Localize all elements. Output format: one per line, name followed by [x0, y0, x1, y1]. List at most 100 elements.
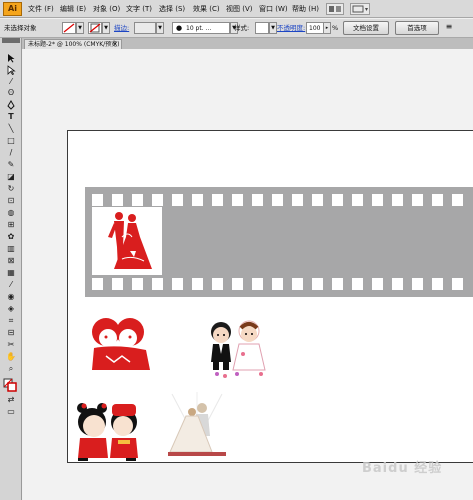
film-sprocket-hole: [372, 278, 383, 290]
scissors-icon[interactable]: ✂: [5, 340, 17, 350]
free-transform-icon[interactable]: ⊞: [5, 220, 17, 230]
zoom-icon[interactable]: ⌕: [5, 364, 17, 374]
film-sprocket-hole: [392, 194, 403, 206]
film-sprocket-hole: [112, 194, 123, 206]
opacity-label[interactable]: 不透明度:: [277, 24, 305, 33]
bride-groom-silhouette-image[interactable]: [92, 207, 162, 275]
tools-panel: ⁄ ʘ T ╲ □ / ✎ ◪ ↻ ⊡ ◍ ⊞ ✿ ▥ ⊠ ▦ ⁄ ◉ ◈ ⌗ …: [0, 38, 22, 500]
menu-select[interactable]: 选择 (S): [159, 4, 185, 15]
rotate-icon[interactable]: ↻: [5, 184, 17, 194]
film-sprocket-hole: [432, 194, 443, 206]
eyedropper-icon[interactable]: ⁄: [5, 280, 17, 290]
film-sprocket-hole: [212, 194, 223, 206]
stroke-label[interactable]: 描边:: [114, 24, 129, 33]
stroke-swatch[interactable]: [88, 22, 102, 34]
swap-icon[interactable]: ⇄: [5, 395, 17, 405]
film-sprocket-hole: [292, 278, 303, 290]
film-sprocket-hole: [212, 278, 223, 290]
film-sprocket-hole: [92, 194, 103, 206]
menu-effect[interactable]: 效果 (C): [193, 4, 220, 15]
control-panel-menu-icon[interactable]: ≡: [444, 22, 454, 34]
close-icon[interactable]: ×: [112, 40, 118, 49]
film-sprocket-hole: [332, 278, 343, 290]
blend-icon[interactable]: ◉: [5, 292, 17, 302]
film-sprocket-hole: [352, 278, 363, 290]
hand-icon[interactable]: ✋: [5, 352, 17, 362]
baidu-watermark: Baidu 经验: [362, 461, 443, 476]
menu-type[interactable]: 文字 (T): [126, 4, 152, 15]
selection-status: 未选择对象: [4, 24, 37, 32]
document-tab[interactable]: 未标题-2* @ 100% (CMYK/预览) ×: [24, 39, 122, 49]
film-sprocket-hole: [252, 278, 263, 290]
stroke-weight-input[interactable]: [134, 22, 156, 34]
arrange-documents-icon[interactable]: [350, 3, 370, 15]
menu-view[interactable]: 视图 (V): [226, 4, 252, 15]
brush-definition-select[interactable]: ● 10 pt. ...: [172, 22, 230, 34]
fill-dropdown-icon[interactable]: ▼: [76, 22, 84, 34]
tools-panel-grip[interactable]: [2, 38, 20, 43]
film-sprocket-hole: [252, 194, 263, 206]
symbol-sprayer-icon[interactable]: ✿: [5, 232, 17, 242]
film-sprocket-hole: [192, 278, 203, 290]
film-sprocket-hole: [152, 194, 163, 206]
opacity-input[interactable]: 100: [306, 22, 324, 34]
menu-edit[interactable]: 编辑 (E): [60, 4, 86, 15]
line-tool-icon[interactable]: ╲: [5, 124, 17, 134]
stroke-dropdown-icon[interactable]: ▼: [102, 22, 110, 34]
film-sprocket-hole: [232, 278, 243, 290]
selection-tool-icon[interactable]: [5, 53, 17, 63]
lasso-icon[interactable]: ʘ: [5, 88, 17, 98]
style-label: 样式:: [234, 24, 250, 32]
menu-window[interactable]: 窗口 (W): [259, 4, 288, 15]
film-sprocket-hole: [392, 278, 403, 290]
direct-selection-tool-icon[interactable]: [5, 65, 17, 76]
scale-icon[interactable]: ⊡: [5, 196, 17, 206]
opacity-stepper-icon[interactable]: ▸: [323, 22, 331, 34]
magic-wand-icon[interactable]: ⁄: [5, 77, 17, 87]
film-sprocket-hole: [232, 194, 243, 206]
menu-object[interactable]: 对象 (O): [93, 4, 120, 15]
film-sprocket-hole: [312, 194, 323, 206]
crop-icon[interactable]: ⌗: [5, 316, 17, 326]
pen-tool-icon[interactable]: [5, 100, 17, 110]
film-sprocket-hole: [92, 278, 103, 290]
cartoon-couple-kissing-image[interactable]: [72, 400, 150, 462]
stroke-weight-dropdown-icon[interactable]: ▼: [156, 22, 164, 34]
menu-file[interactable]: 文件 (F): [28, 4, 54, 15]
fill-stroke-icon[interactable]: [3, 378, 17, 392]
film-sprocket-hole: [372, 194, 383, 206]
style-swatch[interactable]: [255, 22, 269, 34]
rectangle-tool-icon[interactable]: □: [5, 136, 17, 146]
film-sprocket-hole: [452, 278, 463, 290]
wedding-couple-photo-image[interactable]: [162, 392, 232, 458]
menu-bar: Ai 文件 (F) 编辑 (E) 对象 (O) 文字 (T) 选择 (S) 效果…: [0, 0, 473, 18]
preferences-button[interactable]: 首选项: [395, 21, 439, 35]
mesh-icon[interactable]: ⊠: [5, 256, 17, 266]
fill-swatch[interactable]: [62, 22, 76, 34]
warp-icon[interactable]: ◍: [5, 208, 17, 218]
document-tab-title: 未标题-2* @ 100% (CMYK/预览): [28, 41, 120, 48]
document-tab-bar: 未标题-2* @ 100% (CMYK/预览) ×: [22, 38, 473, 49]
slice-icon[interactable]: ⊟: [5, 328, 17, 338]
bridge-icon[interactable]: [326, 3, 344, 15]
film-sprocket-hole: [432, 278, 443, 290]
document-setup-button[interactable]: 文档设置: [343, 21, 389, 35]
screen-mode-icon[interactable]: ▭: [5, 407, 17, 417]
menu-help[interactable]: 帮助 (H): [292, 4, 319, 15]
opacity-unit: %: [332, 24, 339, 32]
cartoon-groom-bride-image[interactable]: [203, 318, 275, 380]
pencil-icon[interactable]: ✎: [5, 160, 17, 170]
kissing-couple-papercut-image[interactable]: [86, 314, 156, 374]
style-dropdown-icon[interactable]: ▼: [269, 22, 277, 34]
film-sprocket-hole: [452, 194, 463, 206]
gradient-icon[interactable]: ▦: [5, 268, 17, 278]
paintbrush-icon[interactable]: /: [5, 148, 17, 158]
film-sprocket-hole: [312, 278, 323, 290]
opacity-value: 100: [309, 25, 321, 32]
eraser-icon[interactable]: ◪: [5, 172, 17, 182]
graph-icon[interactable]: ▥: [5, 244, 17, 254]
control-bar: 未选择对象 ▼ ▼ 描边: ▼ ● 10 pt. ... ▼ 样式: ▼ 不透明…: [0, 19, 473, 38]
type-tool-icon[interactable]: T: [5, 112, 17, 122]
live-paint-icon[interactable]: ◈: [5, 304, 17, 314]
film-sprocket-hole: [352, 194, 363, 206]
